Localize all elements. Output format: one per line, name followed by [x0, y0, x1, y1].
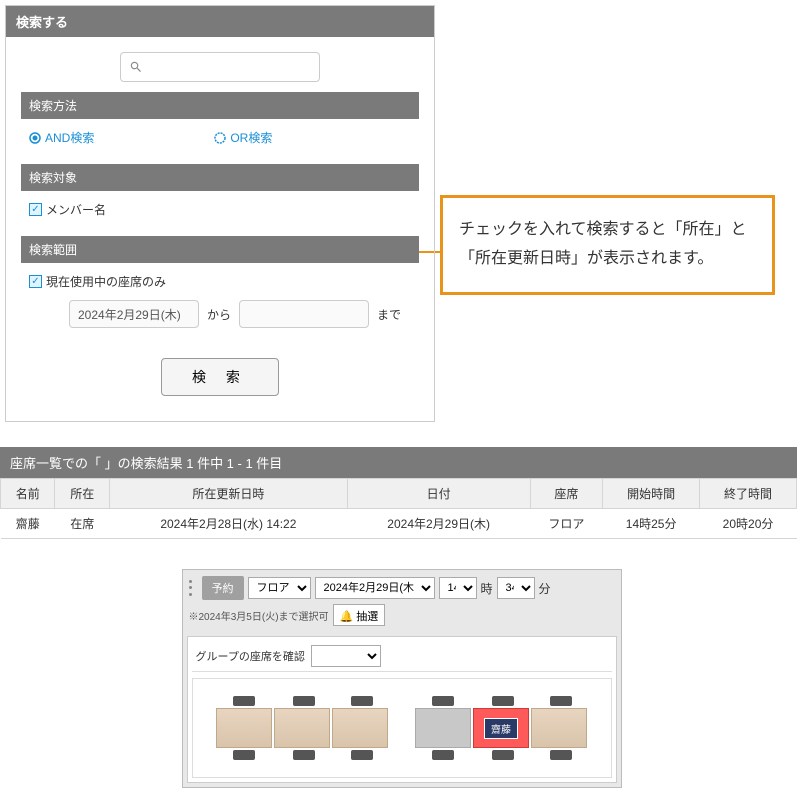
col-updated: 所在更新日時 — [109, 479, 347, 509]
chair-icon — [492, 750, 514, 760]
search-panel: 検索する 検索方法 AND検索 OR検索 検索対象 — [5, 5, 435, 422]
date-from-input[interactable] — [69, 300, 199, 328]
cell-name: 齋藤 — [1, 509, 55, 539]
date-limit-note: ※2024年3月5日(火)まで選択可 — [189, 608, 329, 623]
minute-label: 分 — [539, 580, 551, 597]
search-button[interactable]: 検 索 — [161, 358, 279, 396]
callout-box: チェックを入れて検索すると「所在」と「所在更新日時」が表示されます。 — [440, 195, 775, 295]
date-select[interactable]: 2024年2月29日(木) — [315, 577, 435, 599]
group-confirm-label: グループの座席を確認 — [196, 648, 305, 664]
date-from-suffix: から — [207, 306, 231, 323]
group-select[interactable] — [311, 645, 381, 667]
seat-viewer-toolbar: 予約 フロア 2024年2月29日(木) 14 時 34 分 ※2024年3月5… — [183, 570, 621, 632]
minute-select[interactable]: 34 — [497, 577, 535, 599]
draw-button[interactable]: 🔔 抽選 — [333, 604, 386, 626]
checkbox-member-name-label: メンバー名 — [46, 201, 106, 218]
reserve-button[interactable]: 予約 — [202, 576, 244, 600]
cell-seat: フロア — [530, 509, 603, 539]
col-end: 終了時間 — [700, 479, 797, 509]
radio-and-label: AND検索 — [45, 129, 94, 146]
col-start: 開始時間 — [603, 479, 700, 509]
desk-empty[interactable] — [216, 708, 272, 748]
cell-start: 14時25分 — [603, 509, 700, 539]
checkbox-checked-icon: ✓ — [29, 275, 42, 288]
desk-group-left — [216, 708, 388, 748]
chair-icon — [492, 696, 514, 706]
checkbox-current-seat-only[interactable]: ✓ 現在使用中の座席のみ — [29, 273, 411, 290]
section-search-range: 検索範囲 — [21, 236, 419, 263]
chair-icon — [233, 696, 255, 706]
cell-updated: 2024年2月28日(水) 14:22 — [109, 509, 347, 539]
desk-empty[interactable] — [531, 708, 587, 748]
hour-select[interactable]: 14 — [439, 577, 477, 599]
chair-icon — [233, 750, 255, 760]
section-search-method: 検索方法 — [21, 92, 419, 119]
col-location: 所在 — [55, 479, 109, 509]
col-date: 日付 — [347, 479, 530, 509]
results-table: 名前 所在 所在更新日時 日付 座席 開始時間 終了時間 齋藤 在席 2024年… — [0, 478, 797, 539]
chair-icon — [432, 750, 454, 760]
radio-and-search[interactable]: AND検索 — [29, 129, 94, 146]
floor-select[interactable]: フロア — [248, 577, 311, 599]
callout-text: チェックを入れて検索すると「所在」と「所在更新日時」が表示されます。 — [459, 221, 747, 267]
col-seat: 座席 — [530, 479, 603, 509]
search-panel-title: 検索する — [6, 6, 434, 37]
chair-icon — [550, 696, 572, 706]
chair-icon — [351, 750, 373, 760]
search-icon — [129, 60, 143, 74]
chair-icon — [550, 750, 572, 760]
cell-location: 在席 — [55, 509, 109, 539]
cell-date: 2024年2月29日(木) — [347, 509, 530, 539]
checkbox-checked-icon: ✓ — [29, 203, 42, 216]
chair-icon — [293, 696, 315, 706]
radio-selected-icon — [29, 132, 41, 144]
desk-occupant-label: 齋藤 — [484, 718, 518, 739]
section-search-target: 検索対象 — [21, 164, 419, 191]
results-header: 座席一覧での「 」の検索結果 1 件中 1 - 1 件目 — [0, 447, 797, 478]
chair-icon — [432, 696, 454, 706]
hour-label: 時 — [481, 580, 493, 597]
floor-map: 齋藤 — [192, 678, 612, 778]
chair-icon — [293, 750, 315, 760]
desk-empty[interactable] — [274, 708, 330, 748]
search-input[interactable] — [147, 60, 311, 74]
cell-end: 20時20分 — [700, 509, 797, 539]
checkbox-current-seat-label: 現在使用中の座席のみ — [46, 273, 166, 290]
date-to-suffix: まで — [377, 306, 401, 323]
desk-empty[interactable] — [332, 708, 388, 748]
table-row[interactable]: 齋藤 在席 2024年2月28日(水) 14:22 2024年2月29日(木) … — [1, 509, 797, 539]
date-to-input[interactable] — [239, 300, 369, 328]
desk-unavailable[interactable] — [415, 708, 471, 748]
radio-or-search[interactable]: OR検索 — [214, 129, 272, 146]
checkbox-member-name[interactable]: ✓ メンバー名 — [29, 201, 411, 218]
search-input-container[interactable] — [120, 52, 320, 82]
desk-occupied[interactable]: 齋藤 — [473, 708, 529, 748]
desk-group-right: 齋藤 — [415, 708, 587, 748]
seat-viewer-panel: 予約 フロア 2024年2月29日(木) 14 時 34 分 ※2024年3月5… — [182, 569, 622, 788]
menu-dots-icon[interactable] — [189, 578, 195, 598]
bell-icon: 🔔 — [340, 611, 354, 623]
chair-icon — [351, 696, 373, 706]
radio-unselected-icon — [214, 132, 226, 144]
radio-or-label: OR検索 — [230, 129, 272, 146]
col-name: 名前 — [1, 479, 55, 509]
